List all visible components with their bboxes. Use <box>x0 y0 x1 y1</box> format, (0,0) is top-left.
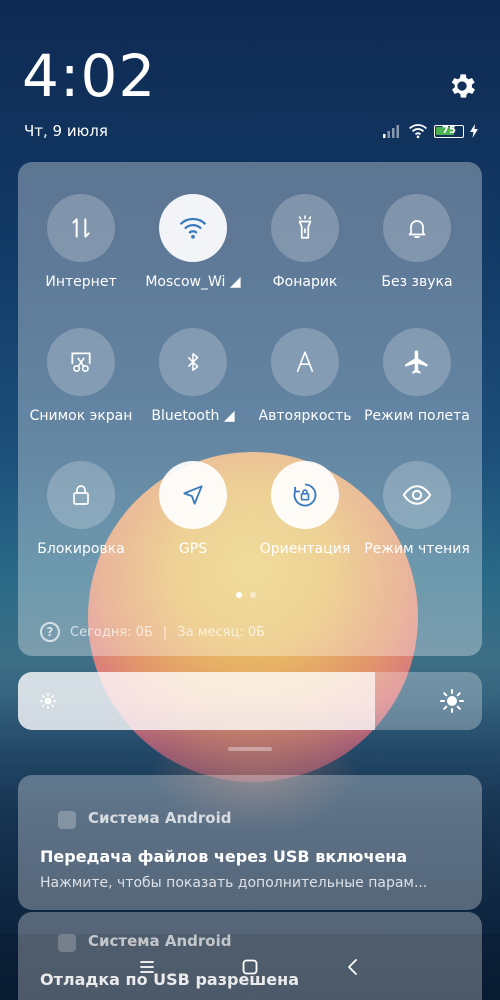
tile-reading-mode[interactable]: Режим чтения <box>361 461 473 557</box>
usage-month: За месяц: 0Б <box>177 624 266 640</box>
tile-label: Режим полета <box>364 408 470 424</box>
tile-label-text: Moscow_Wi <box>145 274 226 290</box>
tile-internet[interactable]: Интернет <box>25 194 137 290</box>
tile-label: Moscow_Wi ◢ <box>137 274 249 290</box>
tile-label: Без звука <box>381 274 453 290</box>
page-dot-active <box>236 592 242 598</box>
tile-airplane-button[interactable] <box>383 328 451 396</box>
data-arrows-icon <box>72 218 90 238</box>
brightness-low-icon <box>39 692 57 710</box>
charging-icon <box>470 124 478 138</box>
tile-internet-button[interactable] <box>47 194 115 262</box>
tile-label: Фонарик <box>272 274 338 290</box>
expand-triangle-icon[interactable]: ◢ <box>230 274 241 290</box>
tile-flashlight[interactable]: Фонарик <box>249 194 361 290</box>
usage-separator: | <box>162 624 168 640</box>
android-system-icon <box>58 811 76 829</box>
brightness-fill <box>18 672 376 730</box>
tile-orientation[interactable]: Ориентация <box>249 461 361 557</box>
auto-brightness-icon <box>296 351 314 373</box>
tile-silent[interactable]: Без звука <box>361 194 473 290</box>
page-dot <box>250 592 256 598</box>
tile-label: Снимок экран <box>29 408 133 424</box>
brightness-high-icon <box>440 689 464 713</box>
tile-label: Интернет <box>45 274 117 290</box>
tile-lock-button[interactable] <box>47 461 115 529</box>
tile-lock[interactable]: Блокировка <box>25 461 137 557</box>
tile-reading-mode-button[interactable] <box>383 461 451 529</box>
notification-text: Нажмите, чтобы показать дополнительные п… <box>40 875 428 891</box>
tile-label: Ориентация <box>259 541 351 557</box>
notification-title: Передача файлов через USB включена <box>40 847 408 866</box>
bell-icon <box>408 220 426 238</box>
home-icon[interactable] <box>239 956 261 978</box>
tile-label: Bluetooth ◢ <box>137 408 249 424</box>
tile-bluetooth-button[interactable] <box>159 328 227 396</box>
tile-label: Блокировка <box>37 541 125 557</box>
bluetooth-icon <box>187 352 199 372</box>
screenshot-icon <box>71 352 91 373</box>
tile-label-text: Bluetooth <box>151 408 220 424</box>
wifi-icon <box>409 124 427 139</box>
brightness-slider[interactable] <box>18 672 482 730</box>
eye-icon <box>402 485 432 505</box>
tile-wifi-button[interactable] <box>159 194 227 262</box>
tile-label: GPS <box>178 541 208 557</box>
airplane-icon <box>405 350 428 374</box>
tile-wifi[interactable]: Moscow_Wi ◢ <box>137 194 249 290</box>
back-icon[interactable] <box>342 956 364 978</box>
expand-triangle-icon[interactable]: ◢ <box>224 408 235 424</box>
tile-silent-button[interactable] <box>383 194 451 262</box>
tile-label: Режим чтения <box>364 541 470 557</box>
data-usage[interactable]: ? Сегодня: 0Б | За месяц: 0Б <box>40 622 265 642</box>
tile-orientation-button[interactable] <box>271 461 339 529</box>
drag-handle[interactable] <box>228 747 272 751</box>
tile-screenshot[interactable]: Снимок экран <box>25 328 137 424</box>
battery-icon: 75 <box>434 124 464 138</box>
notification-card[interactable]: Система Android Передача файлов через US… <box>18 775 482 910</box>
menu-icon[interactable] <box>136 956 158 978</box>
lock-icon <box>73 485 89 505</box>
location-arrow-icon <box>183 485 203 505</box>
tile-auto-brightness[interactable]: Автояркость <box>249 328 361 424</box>
battery-level: 75 <box>442 124 456 136</box>
tile-gps[interactable]: GPS <box>137 461 249 557</box>
status-icons: 75 <box>382 122 478 140</box>
page-indicator <box>236 592 256 598</box>
rotation-lock-icon <box>293 483 317 507</box>
tile-label: Автояркость <box>258 408 352 424</box>
clock: 4:02 <box>22 42 157 110</box>
notification-app-name: Система Android <box>88 809 232 827</box>
tile-bluetooth[interactable]: Bluetooth ◢ <box>137 328 249 424</box>
tile-screenshot-button[interactable] <box>47 328 115 396</box>
flashlight-icon <box>298 215 312 239</box>
gear-icon[interactable] <box>446 70 478 102</box>
date: Чт, 9 июля <box>24 122 108 140</box>
tile-gps-button[interactable] <box>159 461 227 529</box>
help-icon: ? <box>40 622 60 642</box>
tile-flashlight-button[interactable] <box>271 194 339 262</box>
signal-icon <box>383 125 399 138</box>
usage-today: Сегодня: 0Б <box>70 624 153 640</box>
wifi-icon <box>179 217 207 239</box>
tile-auto-brightness-button[interactable] <box>271 328 339 396</box>
tile-airplane[interactable]: Режим полета <box>361 328 473 424</box>
navigation-bar <box>0 934 500 1000</box>
notification-shade: 4:02 Чт, 9 июля 75 Интернет Moscow_Wi ◢ … <box>0 0 500 1000</box>
